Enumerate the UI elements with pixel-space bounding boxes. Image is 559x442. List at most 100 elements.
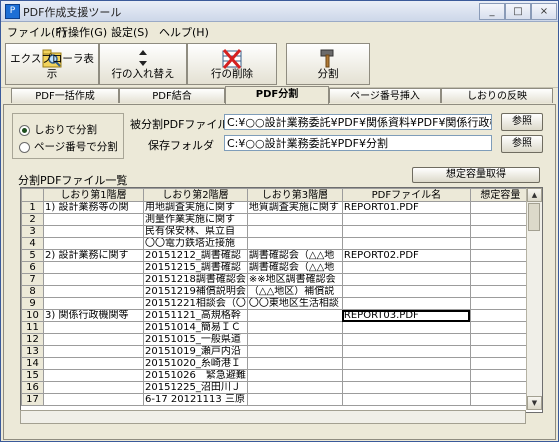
table-cell[interactable] bbox=[341, 381, 471, 394]
table-cell[interactable] bbox=[469, 249, 531, 262]
column-header[interactable]: しおり第3階層 bbox=[246, 188, 343, 202]
table-cell[interactable]: 6-17 20121113 三原 bbox=[143, 393, 248, 406]
table-cell[interactable]: REPORT02.PDF bbox=[341, 249, 471, 262]
table-cell[interactable] bbox=[43, 345, 144, 358]
source-browse-button[interactable]: 参照 bbox=[501, 113, 543, 131]
table-cell[interactable] bbox=[246, 309, 343, 322]
menu-row-ops[interactable]: 行操作(G) bbox=[57, 24, 107, 40]
explorer-button[interactable]: エクスプローラ表示 bbox=[5, 43, 99, 85]
table-cell[interactable]: 2) 設計業務に関す bbox=[43, 249, 144, 262]
table-cell[interactable]: 20151221相談会（〇 bbox=[143, 297, 248, 310]
row-number-cell[interactable]: 15 bbox=[21, 369, 44, 382]
tab-page-number[interactable]: ページ番号挿入 bbox=[329, 88, 441, 103]
row-number-cell[interactable]: 4 bbox=[21, 237, 44, 250]
table-cell[interactable] bbox=[341, 237, 471, 250]
row-number-cell[interactable]: 1 bbox=[21, 201, 44, 214]
table-cell[interactable] bbox=[469, 237, 531, 250]
table-cell[interactable] bbox=[469, 297, 531, 310]
minimize-button[interactable]: _ bbox=[479, 3, 505, 20]
table-cell[interactable]: REPORT01.PDF bbox=[341, 201, 471, 214]
table-cell[interactable] bbox=[43, 393, 144, 406]
radio-by-page-dot[interactable] bbox=[19, 141, 30, 153]
tab-pdf-split[interactable]: PDF分割 bbox=[225, 86, 329, 104]
table-row[interactable]: 16 20151225_沼田川Ｊ bbox=[21, 381, 531, 394]
table-cell[interactable] bbox=[469, 213, 531, 226]
column-header[interactable]: 想定容量 bbox=[469, 188, 531, 202]
table-row[interactable]: 12 20151015_一般県道 bbox=[21, 333, 531, 346]
row-number-cell[interactable]: 3 bbox=[21, 225, 44, 238]
table-cell[interactable] bbox=[43, 225, 144, 238]
table-cell[interactable] bbox=[469, 345, 531, 358]
table-cell[interactable] bbox=[469, 369, 531, 382]
table-cell[interactable] bbox=[341, 285, 471, 298]
table-cell[interactable] bbox=[246, 369, 343, 382]
swap-rows-button[interactable]: 行の入れ替え bbox=[99, 43, 187, 85]
table-cell[interactable]: 〇〇東地区生活相談 bbox=[246, 297, 343, 310]
table-cell[interactable] bbox=[43, 369, 144, 382]
table-cell[interactable] bbox=[341, 261, 471, 274]
table-row[interactable]: 5 2) 設計業務に関す 20151212_調書確認 調書確認会（△△地 REPORT0… bbox=[21, 249, 531, 262]
table-cell[interactable] bbox=[341, 333, 471, 346]
table-row[interactable]: 3 民有保安林、県立自 bbox=[21, 225, 531, 238]
table-cell[interactable]: 20151015_一般県道 bbox=[143, 333, 248, 346]
table-cell[interactable]: 〇〇電力鉄塔近接施 bbox=[143, 237, 248, 250]
menu-settings[interactable]: 設定(S) bbox=[111, 24, 149, 40]
table-cell[interactable] bbox=[43, 213, 144, 226]
table-cell[interactable]: 20151026 緊急避難 bbox=[143, 369, 248, 382]
table-cell[interactable] bbox=[469, 357, 531, 370]
table-cell[interactable] bbox=[43, 237, 144, 250]
table-row[interactable]: 11 20151014_簡易ＩＣ bbox=[21, 321, 531, 334]
table-cell[interactable]: 20151019_瀬戸内沿 bbox=[143, 345, 248, 358]
table-cell[interactable]: 20151219補償説明会 bbox=[143, 285, 248, 298]
close-button[interactable]: × bbox=[531, 3, 557, 20]
row-number-cell[interactable]: 5 bbox=[21, 249, 44, 262]
source-file-input[interactable]: C:¥○○設計業務委託¥PDF¥関係資料¥PDF¥関係行政機関との協議 bbox=[224, 114, 492, 130]
tab-bookmark-apply[interactable]: しおりの反映 bbox=[441, 88, 553, 103]
table-cell[interactable] bbox=[341, 321, 471, 334]
column-header[interactable] bbox=[21, 188, 44, 202]
table-cell[interactable]: 測量作業実施に関す bbox=[143, 213, 248, 226]
table-cell[interactable]: 民有保安林、県立自 bbox=[143, 225, 248, 238]
table-row[interactable]: 9 20151221相談会（〇 〇〇東地区生活相談 bbox=[21, 297, 531, 310]
table-cell[interactable] bbox=[469, 321, 531, 334]
table-cell[interactable] bbox=[341, 225, 471, 238]
table-row[interactable]: 13 20151019_瀬戸内沿 bbox=[21, 345, 531, 358]
table-cell[interactable]: ※※地区調書確認会 bbox=[246, 273, 343, 286]
table-cell[interactable] bbox=[341, 357, 471, 370]
capacity-button[interactable]: 想定容量取得 bbox=[412, 167, 540, 183]
table-cell[interactable] bbox=[43, 273, 144, 286]
table-row[interactable]: 10 3) 関係行政機関等 20151121_高規格幹 REPORT03.PDF bbox=[21, 309, 531, 322]
tab-pdf-batch[interactable]: PDF一括作成 bbox=[11, 88, 119, 103]
table-cell[interactable] bbox=[246, 237, 343, 250]
table-cell[interactable]: 1) 設計業務等の関 bbox=[43, 201, 144, 214]
save-browse-button[interactable]: 参照 bbox=[501, 135, 543, 153]
table-cell[interactable] bbox=[246, 381, 343, 394]
table-cell[interactable] bbox=[469, 285, 531, 298]
radio-by-bookmark-dot[interactable] bbox=[19, 124, 30, 136]
row-number-cell[interactable]: 14 bbox=[21, 357, 44, 370]
column-header[interactable]: しおり第2階層 bbox=[143, 188, 248, 202]
vertical-scrollbar[interactable]: ▲ ▼ bbox=[526, 188, 542, 410]
table-cell[interactable] bbox=[341, 213, 471, 226]
table-cell[interactable] bbox=[43, 321, 144, 334]
radio-by-page[interactable]: ページ番号で分割 bbox=[19, 139, 118, 154]
table-cell[interactable] bbox=[341, 393, 471, 406]
table-row[interactable]: 7 20151218調書確認会 ※※地区調書確認会 bbox=[21, 273, 531, 286]
row-number-cell[interactable]: 9 bbox=[21, 297, 44, 310]
table-cell[interactable] bbox=[469, 309, 531, 322]
table-cell[interactable] bbox=[469, 333, 531, 346]
table-cell[interactable]: 20151121_高規格幹 bbox=[143, 309, 248, 322]
table-cell[interactable] bbox=[246, 357, 343, 370]
radio-by-bookmark[interactable]: しおりで分割 bbox=[19, 122, 97, 137]
table-cell[interactable]: 用地調査実施に関す bbox=[143, 201, 248, 214]
table-cell[interactable] bbox=[43, 381, 144, 394]
table-cell[interactable]: 20151212_調書確認 bbox=[143, 249, 248, 262]
menu-help[interactable]: ヘルプ(H) bbox=[159, 24, 209, 40]
row-number-cell[interactable]: 11 bbox=[21, 321, 44, 334]
table-cell[interactable] bbox=[43, 261, 144, 274]
table-cell[interactable] bbox=[469, 201, 531, 214]
table-cell[interactable] bbox=[341, 273, 471, 286]
row-number-cell[interactable]: 6 bbox=[21, 261, 44, 274]
table-cell[interactable] bbox=[246, 345, 343, 358]
table-cell[interactable] bbox=[469, 381, 531, 394]
